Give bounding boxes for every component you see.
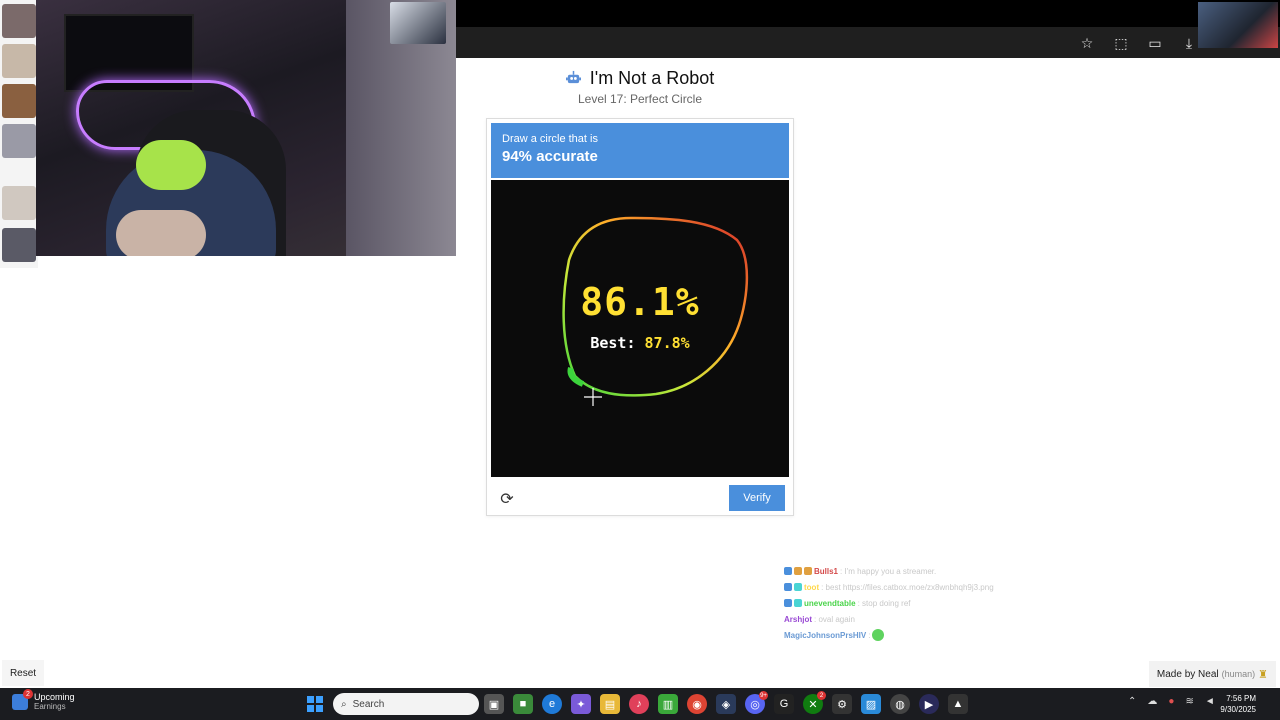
emote-icon — [872, 629, 885, 641]
captcha-header: Draw a circle that is 94% accurate — [491, 123, 789, 178]
system-tray: ⌃ ☁ ● ≋ ◄ — [1128, 696, 1215, 707]
minecraft-icon[interactable]: ■ — [513, 694, 533, 714]
chat-text: : I'm happy you a streamer. — [840, 566, 937, 576]
best-label: Best: — [590, 334, 636, 352]
volume-icon[interactable]: ◄ — [1205, 696, 1215, 707]
chat-username: MagicJohnsonPrsHIV — [784, 630, 867, 640]
chevron-up-icon[interactable]: ⌃ — [1128, 696, 1136, 707]
overlay-thumbnail — [390, 2, 446, 44]
widget-title: Upcoming — [34, 692, 75, 702]
overlay-thumbnail — [2, 186, 36, 220]
steam-icon[interactable]: ◈ — [716, 694, 736, 714]
photos-icon[interactable]: ▨ — [861, 694, 881, 714]
start-button[interactable] — [307, 696, 323, 712]
chat-message: Arshjot : oval again — [784, 614, 1084, 624]
refresh-icon[interactable]: ⟳ — [497, 489, 517, 509]
chat-username: Arshjot — [784, 614, 812, 624]
chat-username: unevendtable — [804, 598, 856, 608]
best-value: 87.8% — [644, 334, 690, 352]
overlay-thumbnail — [2, 124, 36, 158]
download-icon[interactable]: ⤓ — [1178, 32, 1200, 54]
badge-icon — [784, 567, 792, 575]
edge-icon[interactable]: e — [542, 694, 562, 714]
chat-text: : oval again — [814, 614, 855, 624]
widget-subtitle: Earnings — [34, 702, 66, 711]
discord-icon[interactable]: ◎ 9+ — [745, 691, 768, 714]
badge-icon — [804, 567, 812, 575]
wifi-icon[interactable]: ≋ — [1185, 696, 1193, 707]
bookmark-star-icon[interactable]: ☆ — [1076, 32, 1098, 54]
level-label: Level 17: Perfect Circle — [577, 92, 703, 106]
taskbar: 2 Upcoming Earnings ⌕ Search ▣ ■ e ✦ ▤ ♪… — [0, 688, 1280, 720]
captcha-footer: ⟳ Verify — [491, 481, 789, 515]
taskbar-apps: ▣ ■ e ✦ ▤ ♪ ▥ ◉ ◈ ◎ 9+ G ✕ 2 ⚙ ▨ ◍ ▶ ▲ — [484, 691, 968, 714]
xbox-badge: 2 — [817, 691, 826, 700]
trophy-icon: ♜ — [1258, 668, 1268, 681]
stream-overlay-thumbnail — [1198, 2, 1278, 48]
drawing-canvas[interactable]: 86.1% Best: 87.8% — [491, 180, 789, 477]
copilot-icon[interactable]: ✦ — [571, 694, 591, 714]
search-icon: ⌕ — [341, 698, 347, 710]
chrome-icon[interactable]: ◉ — [687, 694, 707, 714]
tab-search-icon[interactable]: ▭ — [1144, 32, 1166, 54]
file-explorer-icon[interactable]: ▤ — [600, 694, 620, 714]
badge-icon — [784, 583, 792, 591]
score-readout: 86.1% — [580, 280, 700, 324]
badge-icon — [794, 599, 802, 607]
badge-icon — [794, 583, 802, 591]
best-score: Best: 87.8% — [491, 334, 789, 352]
cloud-icon[interactable]: ☁ — [1147, 696, 1157, 707]
overlay-thumbnail — [2, 4, 36, 38]
chat-message: MagicJohnsonPrsHIV : — [784, 629, 1084, 641]
chat-text: : — [868, 630, 871, 640]
robot-icon — [565, 68, 586, 88]
page-title-text: I'm Not a Robot — [589, 68, 715, 88]
chat-username: toot — [804, 582, 820, 592]
music-icon[interactable]: ♪ — [629, 694, 649, 714]
made-by-badge[interactable]: Made by Neal (human) ♜ — [1148, 661, 1276, 687]
chat-username: Bulls1 — [814, 566, 839, 576]
made-by-text: Made by Neal — [1156, 668, 1219, 680]
overlay-thumbnail — [2, 228, 36, 262]
xbox-icon[interactable]: ✕ 2 — [803, 691, 826, 714]
stocks-icon: 2 — [12, 689, 33, 710]
extensions-icon[interactable]: ⬚ — [1110, 32, 1132, 54]
app-a-icon[interactable]: ▲ — [948, 694, 968, 714]
badge-icon — [794, 567, 802, 575]
clock-time: 7:56 PM — [1226, 694, 1256, 703]
settings-gear-icon[interactable]: ⚙ — [832, 694, 852, 714]
verify-button[interactable]: Verify — [729, 485, 785, 511]
chat-message: unevendtable : stop doing ref — [784, 598, 1084, 608]
clock[interactable]: 7:56 PM 9/30/2025 — [1220, 693, 1256, 715]
captcha-card: Draw a circle that is 94% accurate 86.1%… — [486, 118, 794, 516]
browser-toolbar: ☆ ⬚ ▭ ⤓ — [456, 27, 1280, 58]
chat-message: Bulls1 : I'm happy you a streamer. — [784, 566, 1084, 576]
captcha-target: 94% accurate — [502, 148, 598, 165]
task-view-icon[interactable]: ▣ — [484, 694, 504, 714]
overlay-thumbnail-strip — [0, 0, 38, 268]
chat-text: : stop doing ref — [857, 598, 911, 608]
page-title: I'm Not a Robot — [0, 68, 1280, 89]
badge-icon — [784, 599, 792, 607]
reset-button[interactable]: Reset — [2, 660, 44, 686]
made-by-note: (human) — [1221, 669, 1256, 679]
widgets-button[interactable]: 2 Upcoming Earnings — [12, 689, 75, 712]
search-label: Search — [352, 698, 385, 710]
media-player-icon[interactable]: ▶ — [919, 694, 939, 714]
captcha-instruction: Draw a circle that is — [502, 133, 598, 145]
chat-text: : best https://files.catbox.moe/zx8wnbhq… — [821, 582, 994, 592]
widget-badge: 2 — [23, 689, 33, 699]
taskbar-search[interactable]: ⌕ Search — [333, 693, 479, 715]
microphone-icon[interactable]: ● — [1168, 696, 1174, 707]
discord-badge: 9+ — [759, 691, 768, 700]
clock-date: 9/30/2025 — [1220, 705, 1256, 714]
stream-chat: Bulls1 : I'm happy you a streamer. toot … — [784, 566, 1084, 646]
spreadsheet-icon[interactable]: ▥ — [658, 694, 678, 714]
chat-message: toot : best https://files.catbox.moe/zx8… — [784, 582, 1084, 592]
obs-icon[interactable]: ◍ — [890, 694, 910, 714]
screen: ☆ ⬚ ▭ ⤓ I'm Not a Robot Level 17: Perfec… — [0, 0, 1280, 720]
app-g-icon[interactable]: G — [774, 694, 794, 714]
